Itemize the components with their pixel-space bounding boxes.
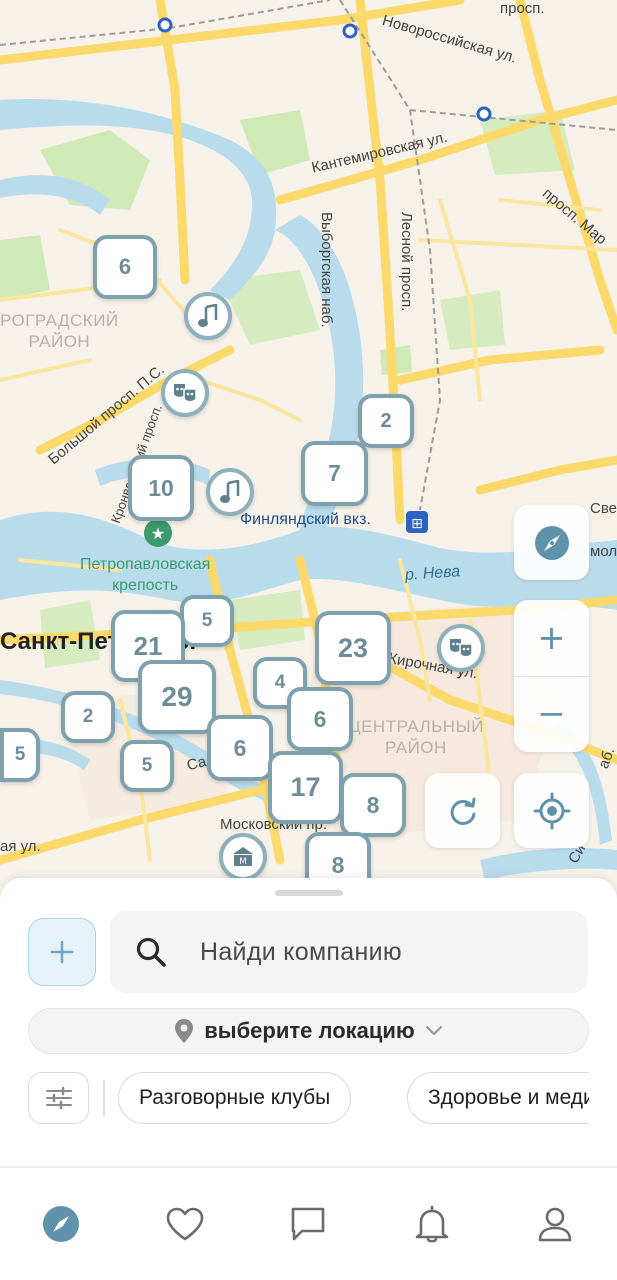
refresh-icon (450, 797, 475, 825)
map-view[interactable]: ⊞ ★ Новороссийская ул. просп. Кантемиров… (0, 0, 617, 900)
svg-text:⊞: ⊞ (411, 516, 423, 532)
svg-text:M: M (239, 857, 247, 867)
cluster-count: 7 (328, 460, 341, 486)
cluster-marker[interactable]: 2 (358, 394, 414, 448)
cluster-count: 6 (233, 734, 247, 761)
bell-icon (415, 1205, 449, 1243)
cluster-count: 8 (366, 791, 380, 818)
cluster-marker[interactable]: 6 (207, 715, 273, 781)
bottom-tab-bar (0, 1168, 617, 1280)
cluster-marker[interactable]: 8 (340, 773, 406, 837)
location-label: выберите локацию (204, 1018, 415, 1043)
cluster-count: 8 (331, 851, 345, 878)
location-pin-icon (175, 1019, 194, 1043)
category-filter-row: Разговорные клубы Здоровье и медицина (28, 1072, 589, 1126)
plus-icon: + (537, 618, 566, 658)
svg-text:★: ★ (151, 524, 165, 543)
cluster-marker[interactable]: 6 (93, 235, 157, 299)
zoom-in-button[interactable]: + (514, 600, 589, 676)
cluster-marker[interactable]: 23 (315, 611, 391, 685)
cluster-count: 29 (161, 681, 193, 712)
refresh-button[interactable] (425, 773, 500, 848)
cluster-marker[interactable]: 6 (287, 687, 353, 751)
search-icon (134, 935, 174, 969)
plus-icon (50, 940, 74, 964)
music-pin[interactable] (184, 292, 232, 340)
add-button[interactable] (28, 918, 96, 986)
cluster-count: 23 (337, 632, 369, 663)
cluster-marker[interactable]: 10 (128, 455, 194, 521)
cluster-count: 21 (133, 630, 163, 661)
cluster-marker[interactable]: 5 (120, 740, 174, 792)
chat-bubble-icon (291, 1207, 325, 1241)
tab-notifications[interactable] (410, 1202, 454, 1246)
cluster-marker[interactable]: 7 (301, 441, 368, 506)
person-icon (538, 1207, 572, 1242)
crosshair-locate-icon (533, 792, 570, 829)
theatre-masks-icon (174, 384, 197, 403)
sheet-drag-handle[interactable] (275, 890, 343, 896)
tab-messages[interactable] (286, 1202, 330, 1246)
locate-me-button[interactable] (514, 773, 589, 848)
tab-explore[interactable] (39, 1202, 83, 1246)
cluster-count: 5 (14, 744, 26, 765)
location-selector[interactable]: выберите локацию (28, 1008, 589, 1054)
tab-profile[interactable] (533, 1202, 577, 1246)
music-pin[interactable] (206, 468, 254, 516)
chevron-down-icon (425, 1025, 442, 1036)
cluster-count: 6 (313, 705, 327, 732)
search-placeholder: Найди компанию (200, 937, 402, 966)
cluster-count: 10 (148, 474, 174, 501)
cluster-count: 4 (274, 672, 286, 693)
filter-divider (103, 1080, 105, 1116)
museum-icon: M (233, 847, 253, 867)
cluster-marker[interactable]: 5 (180, 595, 234, 647)
category-chip[interactable]: Разговорные клубы (118, 1072, 352, 1124)
music-note-icon (198, 304, 218, 327)
theatre-masks-icon (450, 639, 473, 658)
music-note-icon (220, 480, 240, 503)
cluster-count: 17 (290, 772, 321, 802)
museum-pin[interactable]: M (219, 833, 267, 881)
theatre-pin[interactable] (161, 369, 209, 417)
theatre-pin[interactable] (437, 624, 485, 672)
cluster-count: 2 (380, 409, 392, 432)
sliders-icon (45, 1086, 72, 1110)
compass-button[interactable] (514, 505, 589, 580)
compass-icon (534, 525, 569, 560)
zoom-out-button[interactable]: − (514, 676, 589, 752)
cluster-count: 6 (118, 254, 132, 279)
cluster-count: 5 (201, 610, 213, 631)
chip-label: Разговорные клубы (139, 1086, 331, 1109)
cluster-count: 5 (141, 755, 153, 776)
zoom-controls: + − (514, 600, 589, 752)
bottom-sheet: Найди компанию выберите локацию Разговор… (0, 878, 617, 1168)
heart-icon (166, 1207, 204, 1241)
category-chip[interactable]: Здоровье и медицина (407, 1072, 589, 1124)
cluster-marker[interactable]: 2 (61, 691, 115, 743)
cluster-marker[interactable]: 17 (268, 751, 343, 824)
filters-button[interactable] (28, 1072, 89, 1124)
cluster-marker[interactable]: 5 (0, 728, 40, 782)
tab-favorites[interactable] (163, 1202, 207, 1246)
cluster-marker[interactable]: 29 (138, 660, 216, 734)
search-field[interactable]: Найди компанию (110, 911, 588, 993)
minus-icon: − (537, 694, 566, 734)
cluster-count: 2 (82, 706, 94, 727)
chip-label: Здоровье и медицина (428, 1086, 589, 1109)
compass-icon (43, 1206, 79, 1242)
